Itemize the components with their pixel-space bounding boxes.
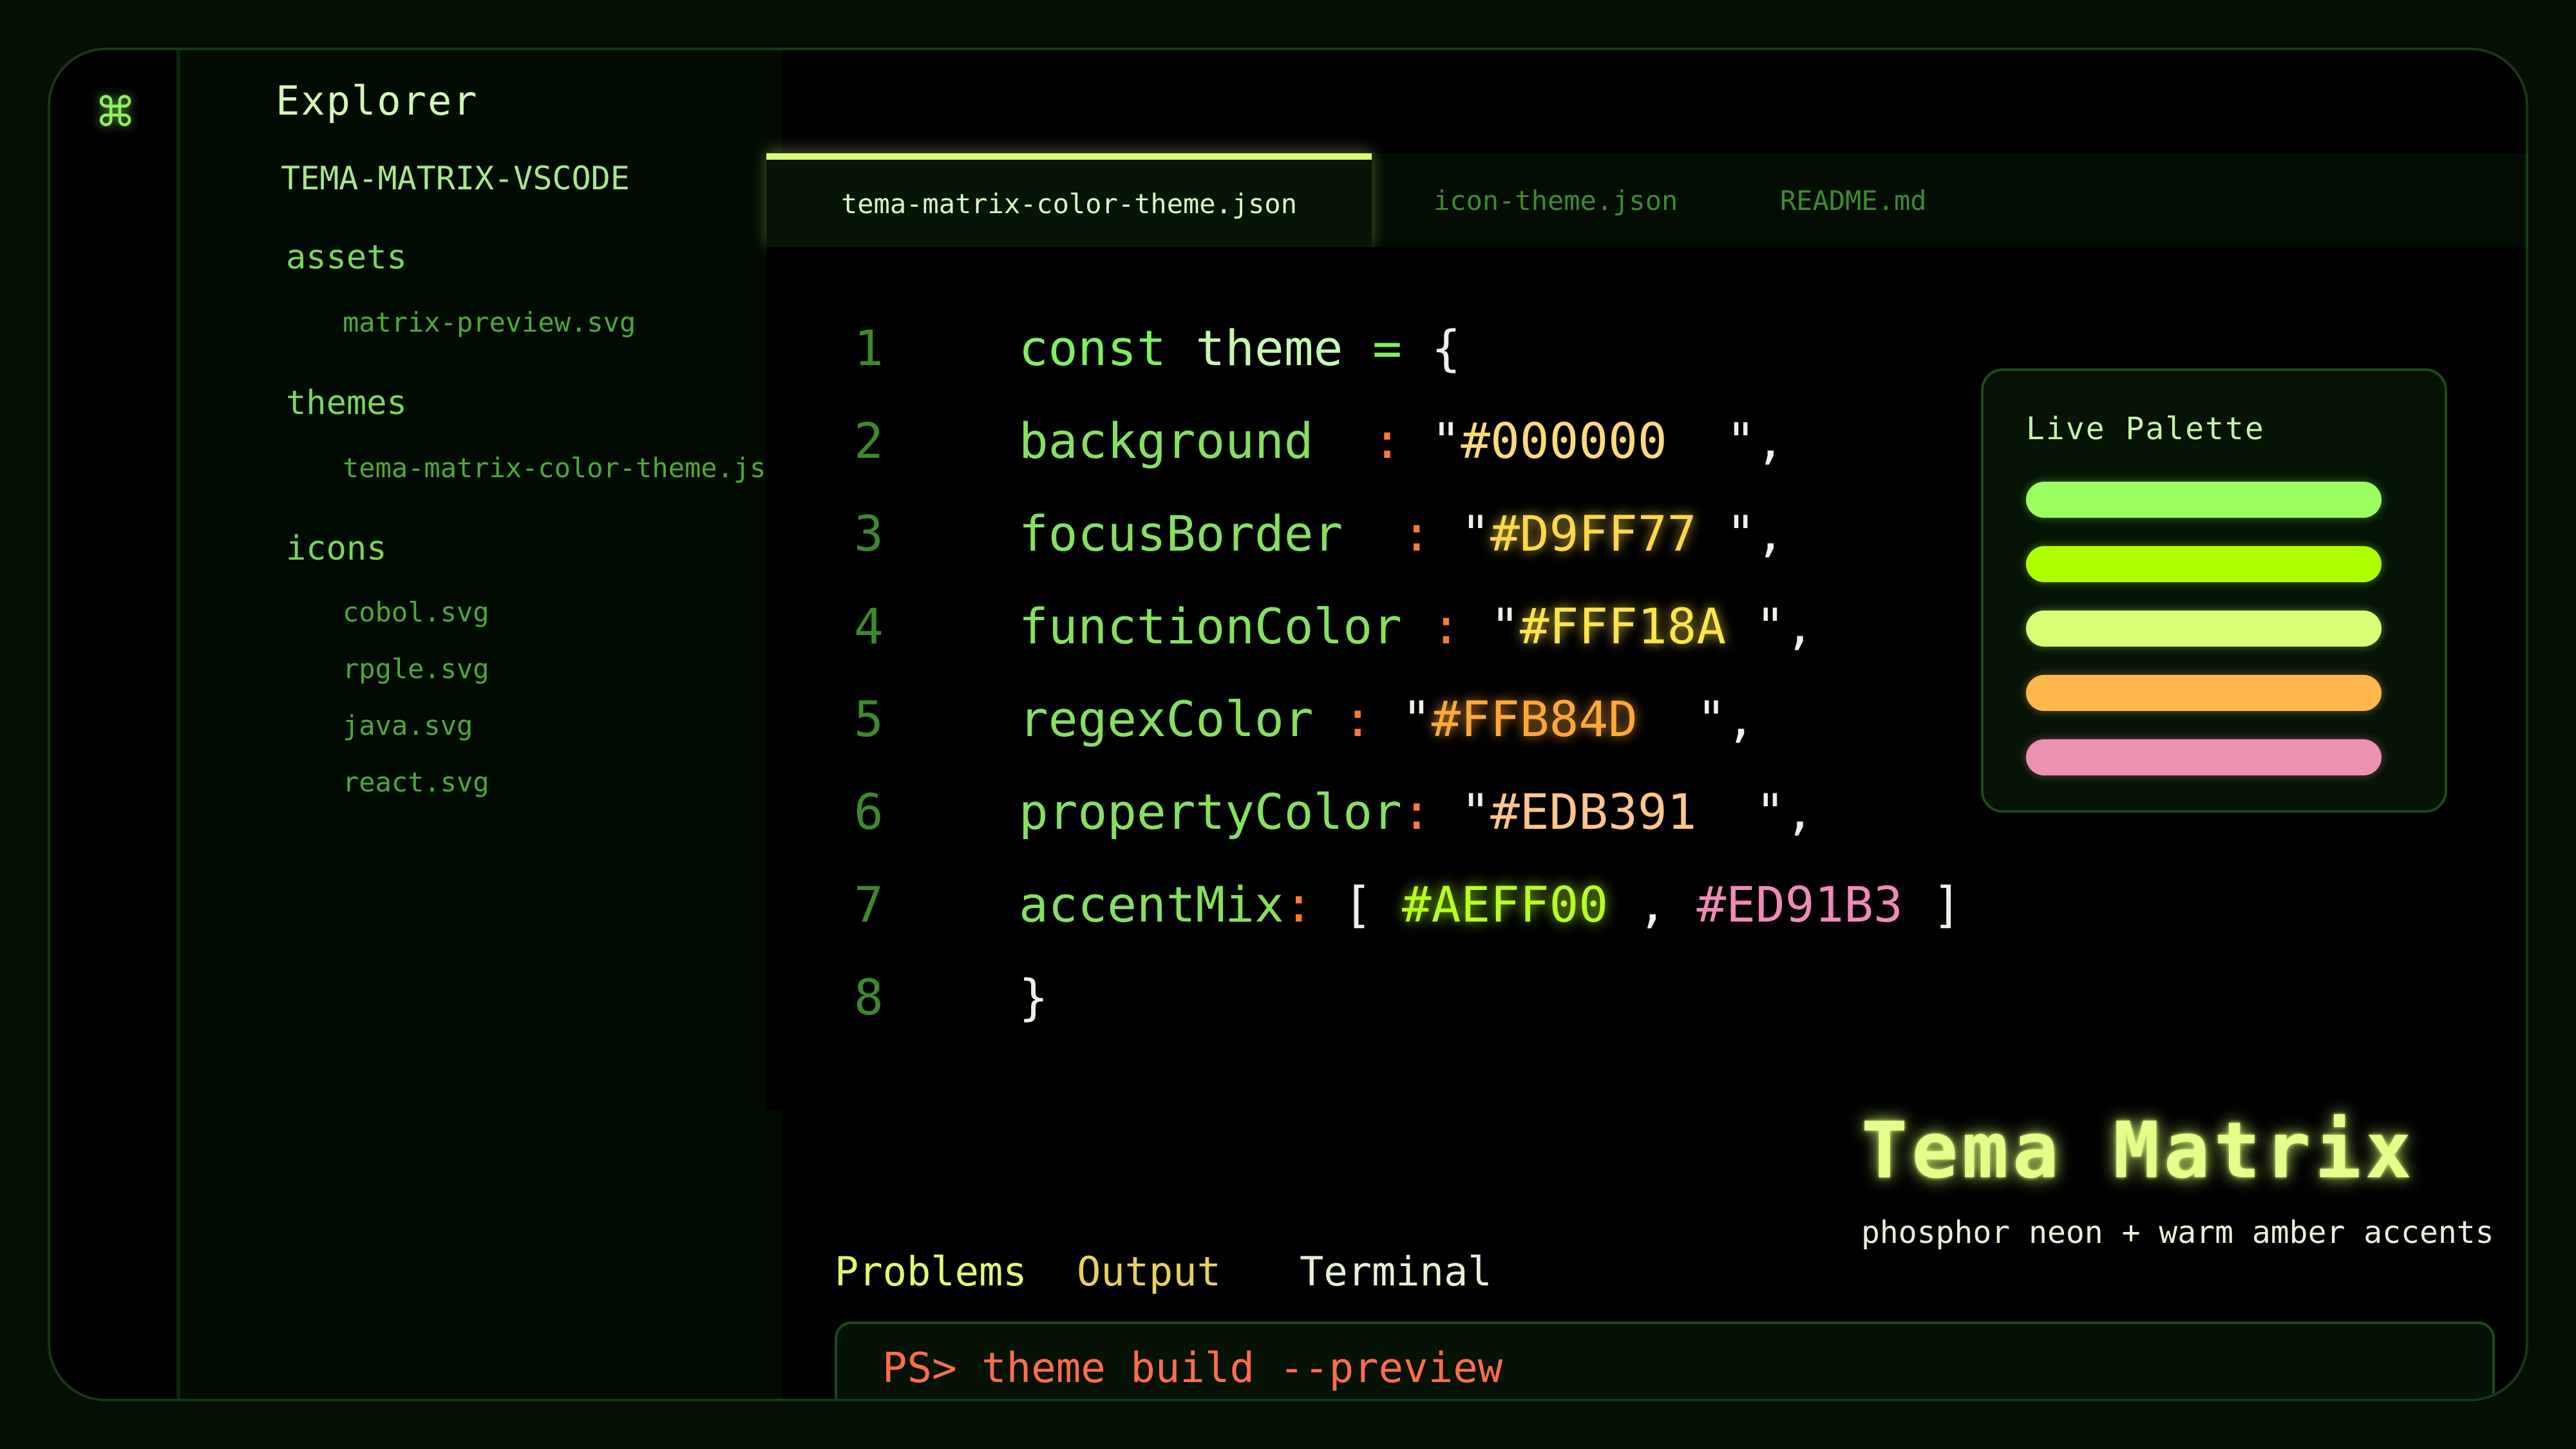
value-accent-pink: #ED91B3 bbox=[1696, 876, 1903, 933]
palette-swatch[interactable] bbox=[2026, 739, 2382, 775]
colon: : bbox=[1343, 690, 1373, 748]
value-regex-color: #FFB84D bbox=[1431, 690, 1638, 748]
quote-comma: ", bbox=[1726, 412, 1785, 469]
live-palette-card: Live Palette bbox=[1981, 368, 2447, 813]
command-icon[interactable]: ⌘ bbox=[86, 84, 144, 142]
value-accent-green: #AEFF00 bbox=[1401, 876, 1609, 933]
terminal-panel[interactable]: PS> theme build --preview bbox=[835, 1321, 2495, 1399]
property-function-color: functionColor bbox=[1019, 598, 1402, 655]
code-line-4: functionColor : "#FFF18A ", bbox=[1019, 598, 1814, 655]
line-number: 8 bbox=[854, 969, 884, 1026]
tab-readme[interactable]: README.md bbox=[1780, 153, 1927, 247]
tab-tema-matrix-color-theme[interactable]: tema-matrix-color-theme.json bbox=[766, 153, 1372, 247]
line-number: 4 bbox=[854, 598, 884, 655]
colon: : bbox=[1431, 598, 1461, 655]
quote-comma: ", bbox=[1726, 505, 1785, 562]
close-brace: } bbox=[1019, 969, 1048, 1026]
keyword-const: const bbox=[1019, 319, 1166, 377]
activity-bar: ⌘ bbox=[50, 50, 180, 1399]
property-accent-mix: accentMix bbox=[1019, 876, 1284, 933]
code-line-6: propertyColor: "#EDB391 ", bbox=[1019, 783, 1814, 840]
panel-tab-output[interactable]: Output bbox=[1077, 1248, 1221, 1295]
quote: " bbox=[1461, 505, 1491, 562]
quote-comma: ", bbox=[1755, 783, 1815, 840]
quote: " bbox=[1490, 598, 1520, 655]
value-function-color: #FFF18A bbox=[1519, 598, 1727, 655]
file-rpgle[interactable]: rpgle.svg bbox=[343, 653, 489, 685]
folder-themes[interactable]: themes bbox=[286, 384, 407, 422]
property-focus-border: focusBorder bbox=[1019, 505, 1343, 562]
explorer-sidebar: Explorer TEMA-MATRIX-VSCODE assets matri… bbox=[180, 50, 799, 1399]
folder-assets[interactable]: assets bbox=[286, 238, 407, 277]
code-line-1: const theme = { bbox=[1019, 319, 1461, 377]
colon: : bbox=[1401, 783, 1432, 840]
code-line-3: focusBorder : "#D9FF77 ", bbox=[1019, 505, 1785, 562]
property-property-color: propertyColor bbox=[1019, 783, 1402, 840]
line-number: 6 bbox=[854, 783, 884, 840]
line-number: 2 bbox=[854, 412, 884, 469]
value-background: #000000 bbox=[1461, 412, 1667, 469]
code-line-8: } bbox=[1019, 969, 1048, 1026]
property-background: background bbox=[1019, 412, 1314, 469]
line-number: 1 bbox=[854, 319, 884, 377]
explorer-title: Explorer bbox=[276, 77, 478, 124]
value-property-color: #EDB391 bbox=[1490, 783, 1697, 840]
quote-comma: ", bbox=[1755, 598, 1815, 655]
palette-swatch[interactable] bbox=[2026, 546, 2382, 582]
code-line-7: accentMix: [ #AEFF00 , #ED91B3 ] bbox=[1019, 876, 1962, 933]
line-number: 7 bbox=[854, 876, 884, 933]
file-java[interactable]: java.svg bbox=[343, 710, 473, 741]
palette-swatch[interactable] bbox=[2026, 611, 2382, 647]
line-number: 5 bbox=[854, 690, 884, 748]
folder-icons[interactable]: icons bbox=[286, 529, 387, 568]
quote-comma: ", bbox=[1696, 690, 1756, 748]
operator-equals: = bbox=[1372, 319, 1402, 377]
palette-title: Live Palette bbox=[2026, 411, 2265, 447]
comma: , bbox=[1637, 876, 1667, 933]
brand-title: Tema Matrix bbox=[1861, 1106, 2416, 1196]
terminal-command: PS> theme build --preview bbox=[882, 1345, 1503, 1392]
palette-swatch[interactable] bbox=[2026, 482, 2382, 518]
palette-swatch[interactable] bbox=[2026, 675, 2382, 711]
brand-tagline: phosphor neon + warm amber accents bbox=[1861, 1215, 2494, 1251]
file-react[interactable]: react.svg bbox=[343, 766, 489, 798]
project-title[interactable]: TEMA-MATRIX-VSCODE bbox=[281, 160, 630, 197]
open-brace: { bbox=[1431, 319, 1461, 377]
code-line-5: regexColor : "#FFB84D ", bbox=[1019, 690, 1756, 748]
editor-window: ⌘ Explorer TEMA-MATRIX-VSCODE assets mat… bbox=[48, 48, 2528, 1401]
value-focus-border: #D9FF77 bbox=[1490, 505, 1697, 562]
tab-icon-theme[interactable]: icon-theme.json bbox=[1434, 153, 1678, 247]
identifier-theme: theme bbox=[1195, 319, 1343, 377]
open-bracket: [ bbox=[1343, 876, 1373, 933]
panel-tab-problems[interactable]: Problems bbox=[835, 1248, 1027, 1295]
file-cobol[interactable]: cobol.svg bbox=[343, 596, 489, 628]
panel-tab-terminal[interactable]: Terminal bbox=[1300, 1248, 1492, 1295]
property-regex-color: regexColor bbox=[1019, 690, 1314, 748]
colon: : bbox=[1372, 412, 1402, 469]
tab-bar: tema-matrix-color-theme.json icon-theme.… bbox=[766, 153, 2526, 247]
quote: " bbox=[1401, 690, 1432, 748]
colon: : bbox=[1401, 505, 1432, 562]
line-number: 3 bbox=[854, 505, 884, 562]
colon: : bbox=[1283, 876, 1314, 933]
close-bracket: ] bbox=[1932, 876, 1962, 933]
file-matrix-preview[interactable]: matrix-preview.svg bbox=[343, 307, 636, 338]
code-line-2: background : "#000000 ", bbox=[1019, 412, 1785, 469]
quote: " bbox=[1461, 783, 1491, 840]
quote: " bbox=[1431, 412, 1461, 469]
